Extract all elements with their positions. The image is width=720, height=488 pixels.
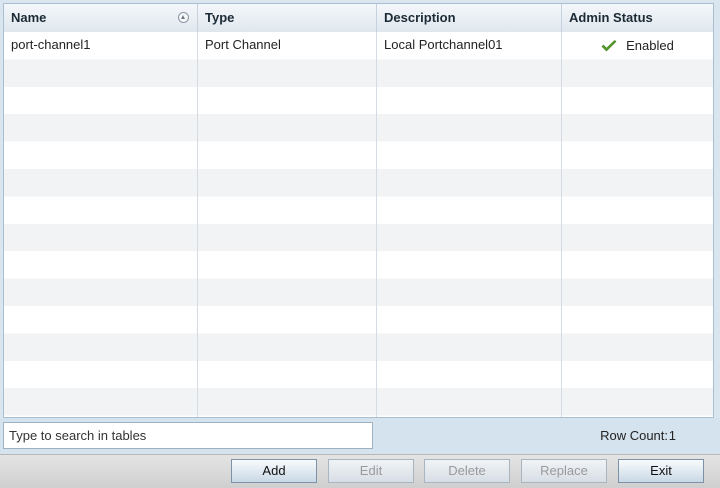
column-header-admin-status[interactable]: Admin Status [562, 4, 713, 32]
port-channel-table: Name Type Description Admin Status port-… [3, 3, 714, 418]
replace-button[interactable]: Replace [521, 459, 607, 483]
search-bar: Row Count: 1 [0, 418, 720, 454]
table-header: Name Type Description Admin Status [4, 4, 713, 33]
cell-name: port-channel1 [11, 37, 91, 52]
table-search-input[interactable] [3, 422, 373, 449]
sort-ascending-icon[interactable] [178, 12, 189, 23]
column-header-name-label: Name [11, 10, 47, 25]
column-divider [376, 32, 377, 417]
column-header-description-label: Description [384, 10, 456, 25]
add-button[interactable]: Add [231, 459, 317, 483]
column-header-name[interactable]: Name [4, 4, 198, 32]
port-channel-window: Name Type Description Admin Status port-… [0, 0, 720, 488]
table-body: port-channel1 Port Channel Local Portcha… [4, 32, 713, 417]
cell-type: Port Channel [205, 37, 281, 52]
table-row[interactable]: port-channel1 Port Channel Local Portcha… [4, 32, 713, 59]
delete-button[interactable]: Delete [424, 459, 510, 483]
cell-description: Local Portchannel01 [384, 37, 503, 52]
row-count-value: 1 [668, 428, 676, 443]
column-header-type-label: Type [205, 10, 235, 25]
action-button-bar: Add Edit Delete Replace Exit [0, 454, 720, 488]
column-divider [561, 32, 562, 417]
row-count-label: Row Count: [600, 428, 668, 443]
column-divider [197, 32, 198, 417]
checkmark-icon [601, 39, 617, 51]
column-header-type[interactable]: Type [198, 4, 377, 32]
edit-button[interactable]: Edit [328, 459, 414, 483]
admin-status-text: Enabled [626, 37, 674, 53]
column-header-description[interactable]: Description [377, 4, 562, 32]
column-header-admin-status-label: Admin Status [569, 10, 653, 25]
cell-admin-status: Enabled [562, 32, 713, 59]
exit-button[interactable]: Exit [618, 459, 704, 483]
